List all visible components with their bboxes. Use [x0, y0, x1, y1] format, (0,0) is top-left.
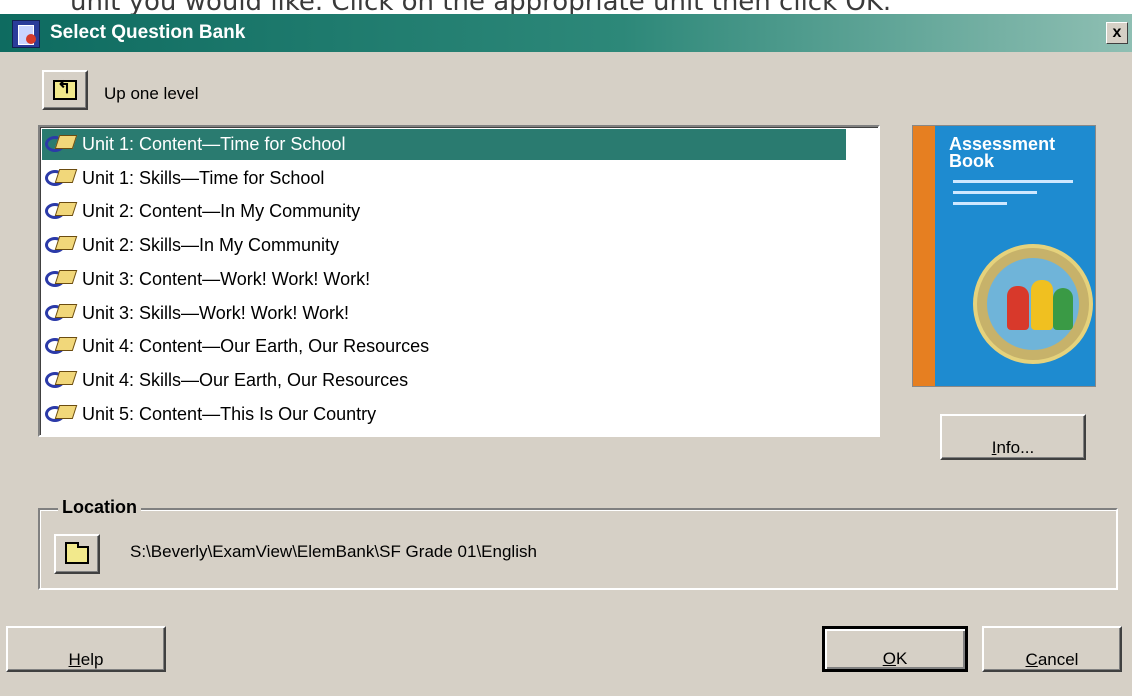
question-bank-icon — [45, 200, 78, 222]
help-label-rest: elp — [80, 650, 104, 669]
folder-icon — [65, 542, 89, 564]
list-item[interactable]: Unit 2: Skills—In My Community — [42, 230, 846, 261]
up-one-level-label: Up one level — [104, 84, 199, 103]
location-path: S:\Beverly\ExamView\ElemBank\SF Grade 01… — [130, 542, 537, 561]
question-bank-icon — [45, 302, 78, 324]
cancel-button[interactable]: Cancel — [982, 626, 1122, 672]
question-bank-icon — [45, 403, 78, 425]
social-studies-seal-icon — [973, 244, 1093, 364]
question-bank-app-icon — [12, 20, 40, 48]
list-item-label: Unit 1: Content—Time for School — [82, 134, 346, 154]
question-bank-icon — [45, 167, 78, 189]
ok-mnemonic: O — [882, 649, 896, 668]
list-item[interactable]: Unit 5: Content—This Is Our Country — [42, 399, 846, 430]
list-item[interactable]: Unit 3: Skills—Work! Work! Work! — [42, 298, 846, 329]
window-title: Select Question Bank — [50, 22, 246, 43]
ok-label-rest: K — [895, 649, 908, 668]
list-item[interactable]: Unit 3: Content—Work! Work! Work! — [42, 264, 846, 295]
browse-folder-button[interactable] — [54, 534, 100, 574]
question-bank-icon — [45, 234, 78, 256]
up-one-level-button[interactable] — [42, 70, 88, 110]
list-item-label: Unit 3: Content—Work! Work! Work! — [82, 268, 371, 289]
list-item-label: Unit 2: Skills—In My Community — [82, 235, 340, 256]
cover-spine — [913, 126, 935, 386]
folder-up-icon — [53, 78, 77, 100]
list-item[interactable]: Unit 1: Skills—Time for School — [42, 163, 846, 194]
list-item-label: Unit 4: Skills—Our Earth, Our Resources — [82, 369, 409, 390]
question-bank-icon — [45, 335, 78, 357]
question-bank-icon — [45, 369, 78, 391]
help-button[interactable]: Help — [6, 626, 166, 672]
info-button[interactable]: Info... — [940, 414, 1086, 460]
list-item[interactable]: Unit 4: Skills—Our Earth, Our Resources — [42, 365, 846, 396]
background-instruction-text: unit you would like. Click on the approp… — [0, 0, 1132, 14]
title-bar: Select Question Bank x — [0, 14, 1132, 52]
list-item[interactable]: Unit 2: Content—In My Community — [42, 196, 846, 227]
location-group-label: Location — [58, 497, 141, 518]
info-label-rest: nfo... — [996, 438, 1035, 457]
list-item-label: Unit 2: Content—In My Community — [82, 201, 361, 222]
list-item[interactable]: Unit 1: Content—Time for School — [42, 129, 846, 160]
list-item[interactable]: Unit 4: Content—Our Earth, Our Resources — [42, 331, 846, 362]
help-mnemonic: H — [68, 650, 81, 669]
question-bank-list[interactable]: Unit 1: Content—Time for School Unit 1: S… — [38, 125, 880, 437]
cover-title: Assessment Book — [949, 134, 1056, 171]
list-item-label: Unit 4: Content—Our Earth, Our Resources — [82, 336, 430, 357]
question-bank-icon — [45, 268, 78, 290]
cover-bullet-lines — [953, 180, 1073, 213]
cancel-mnemonic: C — [1025, 650, 1038, 669]
list-item-label: Unit 5: Content—This Is Our Country — [82, 403, 377, 424]
cancel-label-rest: ancel — [1037, 650, 1079, 669]
ok-button[interactable]: OK — [822, 626, 968, 672]
list-item-label: Unit 1: Skills—Time for School — [82, 167, 325, 188]
close-button[interactable]: x — [1106, 22, 1128, 44]
assessment-book-cover-image: Assessment Book — [912, 125, 1096, 387]
background-caption: unit you would like. Click on the approp… — [70, 0, 891, 14]
list-item-label: Unit 3: Skills—Work! Work! Work! — [82, 302, 350, 323]
question-bank-icon — [45, 133, 78, 155]
